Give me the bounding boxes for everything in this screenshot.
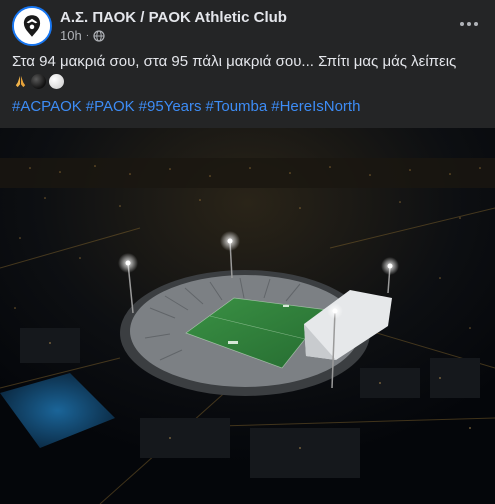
black-ball-icon (31, 74, 46, 89)
hashtag-link[interactable]: #HereIsNorth (271, 97, 360, 117)
hashtag-link[interactable]: #ACPAOK (12, 97, 82, 117)
post-time[interactable]: 10h (60, 28, 82, 43)
page-avatar[interactable] (12, 6, 52, 46)
white-ball-icon (49, 74, 64, 89)
stadium-aerial-photo (0, 128, 495, 504)
post-photo[interactable] (0, 128, 495, 504)
caption-emojis (13, 74, 64, 89)
hashtag-list: #ACPAOK #PAOK #95Years #Toumba #HereIsNo… (12, 97, 483, 117)
paok-logo-icon (14, 8, 50, 44)
more-options-icon[interactable] (455, 10, 483, 38)
more-dot (474, 22, 478, 26)
post-caption: Στα 94 μακριά σου, στα 95 πάλι μακριά σο… (12, 53, 457, 70)
post-header: Α.Σ. ΠΑΟΚ / PAOK Athletic Club 10h · (12, 6, 483, 46)
hashtag-link[interactable]: #95Years (139, 97, 202, 117)
page-name[interactable]: Α.Σ. ΠΑΟΚ / PAOK Athletic Club (60, 9, 287, 26)
post-meta: 10h · (60, 28, 105, 43)
meta-separator: · (85, 30, 90, 41)
more-dot (467, 22, 471, 26)
hashtag-link[interactable]: #PAOK (86, 97, 135, 117)
more-dot (460, 22, 464, 26)
folded-hands-icon (15, 75, 26, 88)
globe-icon[interactable] (93, 29, 105, 42)
hashtag-link[interactable]: #Toumba (206, 97, 268, 117)
